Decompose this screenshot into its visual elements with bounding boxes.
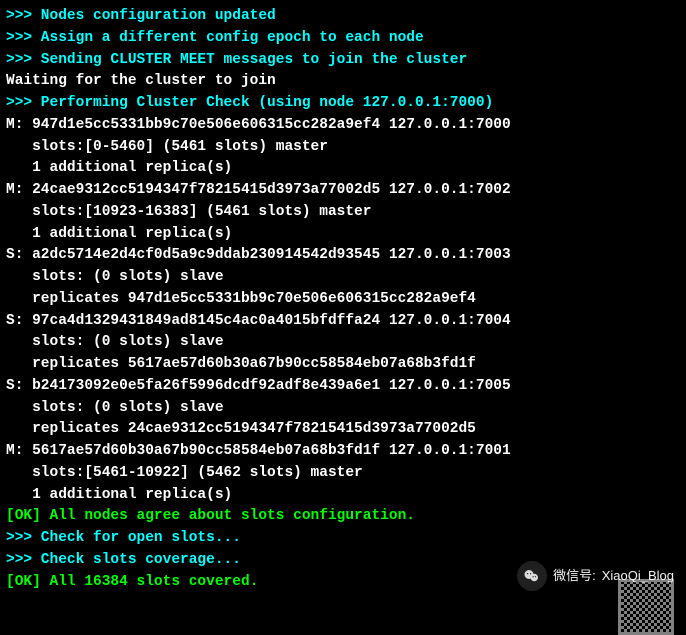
terminal-line: >>> Performing Cluster Check (using node… (6, 93, 680, 115)
terminal-line: slots: (0 slots) slave (6, 332, 680, 354)
terminal-line: M: 5617ae57d60b30a67b90cc58584eb07a68b3f… (6, 441, 680, 463)
terminal-line: S: b24173092e0e5fa26f5996dcdf92adf8e439a… (6, 376, 680, 398)
terminal-line: >>> Check for open slots... (6, 528, 680, 550)
terminal-line: M: 947d1e5cc5331bb9c70e506e606315cc282a9… (6, 115, 680, 137)
terminal-line: M: 24cae9312cc5194347f78215415d3973a7700… (6, 180, 680, 202)
terminal-line: 1 additional replica(s) (6, 158, 680, 180)
terminal-line: slots: (0 slots) slave (6, 267, 680, 289)
terminal-line: [OK] All nodes agree about slots configu… (6, 506, 680, 528)
terminal-line: replicates 947d1e5cc5331bb9c70e506e60631… (6, 289, 680, 311)
terminal-output: >>> Nodes configuration updated>>> Assig… (6, 6, 680, 593)
terminal-line: slots:[0-5460] (5461 slots) master (6, 137, 680, 159)
terminal-line: S: 97ca4d1329431849ad8145c4ac0a4015bfdff… (6, 311, 680, 333)
terminal-line: slots:[5461-10922] (5462 slots) master (6, 463, 680, 485)
watermark-label: 微信号: (553, 566, 596, 586)
terminal-line: slots: (0 slots) slave (6, 398, 680, 420)
terminal-line: 1 additional replica(s) (6, 224, 680, 246)
terminal-line: Waiting for the cluster to join (6, 71, 680, 93)
wechat-icon (517, 561, 547, 591)
terminal-line: >>> Nodes configuration updated (6, 6, 680, 28)
terminal-line: >>> Assign a different config epoch to e… (6, 28, 680, 50)
terminal-line: slots:[10923-16383] (5461 slots) master (6, 202, 680, 224)
terminal-line: 1 additional replica(s) (6, 485, 680, 507)
terminal-line: S: a2dc5714e2d4cf0d5a9c9ddab230914542d93… (6, 245, 680, 267)
terminal-line: >>> Sending CLUSTER MEET messages to joi… (6, 50, 680, 72)
terminal-line: replicates 24cae9312cc5194347f78215415d3… (6, 419, 680, 441)
terminal-line: replicates 5617ae57d60b30a67b90cc58584eb… (6, 354, 680, 376)
